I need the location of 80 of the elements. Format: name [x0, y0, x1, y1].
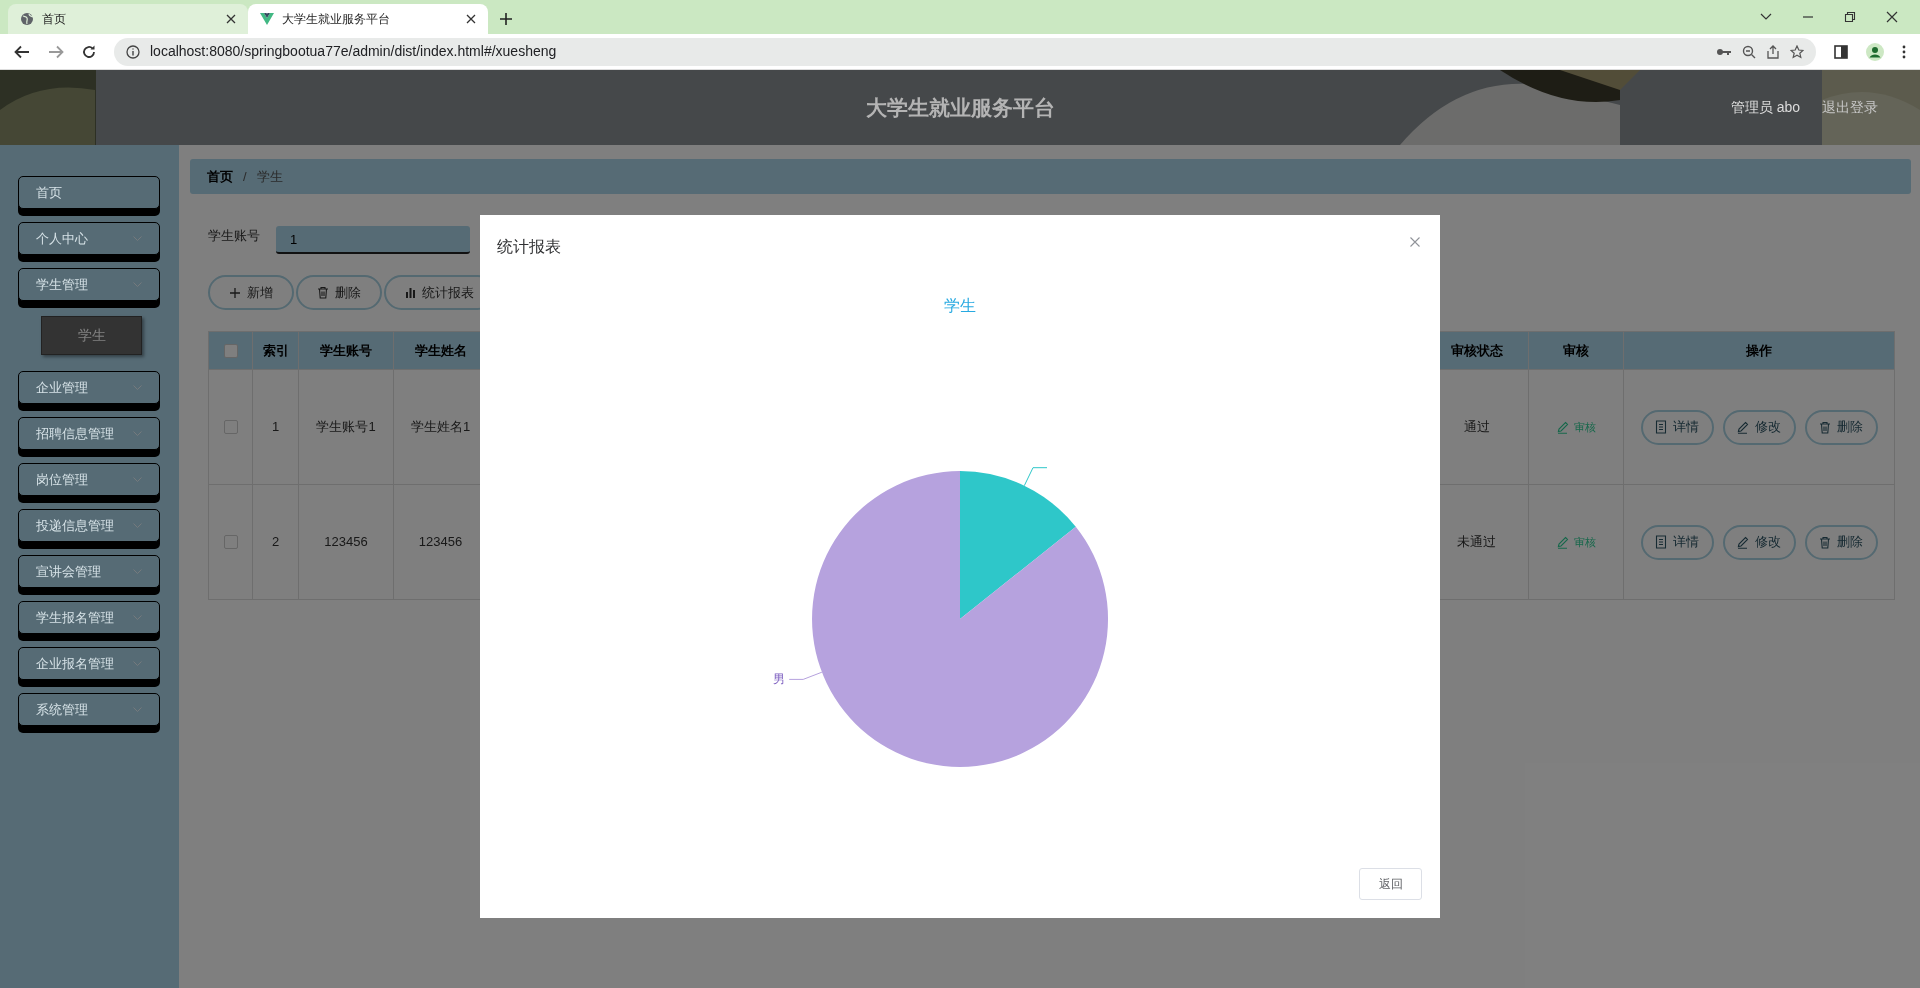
back-icon[interactable] — [14, 44, 30, 59]
chevron-down-icon — [133, 235, 142, 242]
status-text: 未通过 — [1457, 533, 1496, 552]
breadcrumb-item[interactable]: 学生 — [256, 166, 283, 187]
forward-icon[interactable] — [48, 44, 64, 59]
menu-icon[interactable] — [1902, 44, 1906, 59]
key-icon[interactable] — [1716, 46, 1732, 57]
table-cell-text: 123456 — [324, 533, 368, 552]
tab-title: 首页 — [42, 11, 67, 28]
url-text: localhost:8080/springbootua77e/admin/dist/index.html#/xuesheng — [150, 42, 558, 61]
checkbox[interactable] — [223, 343, 238, 358]
search-input[interactable]: 1 — [276, 226, 470, 254]
column-header[interactable]: 审核 — [1563, 340, 1589, 361]
zoom-icon[interactable] — [1742, 44, 1756, 59]
pencil-icon — [1737, 535, 1749, 549]
info-icon — [126, 44, 140, 59]
chevron-down-icon — [133, 430, 142, 437]
pencil-icon — [1737, 420, 1749, 434]
tab-title: 大学生就业服务平台 — [282, 11, 391, 28]
chevron-down-icon — [133, 281, 142, 288]
chevron-down-icon — [133, 706, 142, 713]
chevron-down-icon — [133, 568, 142, 575]
trash-icon — [1819, 535, 1831, 549]
pencil-icon — [1556, 420, 1569, 434]
share-icon[interactable] — [1766, 44, 1780, 59]
table-cell-text: 学生姓名1 — [410, 418, 471, 437]
table-cell-text: 2 — [271, 533, 280, 552]
row-action-button[interactable]: 修改 — [1722, 409, 1796, 445]
globe-icon — [20, 12, 34, 26]
row-action-button[interactable]: 修改 — [1722, 524, 1796, 560]
breadcrumb-separator: / — [243, 167, 247, 186]
bar-chart-icon — [405, 287, 416, 298]
close-icon[interactable] — [1886, 11, 1898, 23]
column-header[interactable]: 操作 — [1746, 340, 1772, 361]
dialog-title: 统计报表 — [497, 237, 561, 257]
back-button[interactable]: 返回 — [1359, 868, 1422, 900]
browser-tab[interactable]: 首页 — [8, 4, 248, 34]
side-panel-icon[interactable] — [1834, 44, 1848, 59]
close-icon[interactable] — [226, 14, 236, 24]
action-button[interactable]: 删除 — [296, 275, 382, 310]
chevron-down-icon — [133, 522, 142, 529]
row-action-button[interactable]: 删除 — [1804, 409, 1878, 445]
document-icon — [1655, 420, 1667, 434]
document-icon — [1655, 535, 1667, 549]
plus-icon — [229, 286, 241, 299]
reload-icon[interactable] — [82, 44, 96, 59]
trash-icon — [1819, 420, 1831, 434]
row-action-button[interactable]: 详情 — [1640, 524, 1714, 560]
site-title: 大学生就业服务平台 — [865, 94, 1055, 121]
chevron-down-icon — [133, 476, 142, 483]
action-button[interactable]: 新增 — [208, 275, 294, 310]
star-icon[interactable] — [1790, 44, 1804, 59]
leader-line — [788, 671, 823, 680]
trash-icon — [317, 286, 329, 299]
checkbox[interactable] — [223, 535, 238, 549]
pencil-icon — [1556, 535, 1569, 549]
chevron-down-icon — [133, 660, 142, 667]
table-cell-text: 123456 — [418, 533, 463, 552]
status-text: 通过 — [1463, 418, 1490, 437]
breadcrumb-item[interactable]: 首页 — [207, 166, 233, 187]
slice-label: 男 — [773, 672, 786, 687]
profile-avatar-icon[interactable] — [1866, 42, 1884, 61]
triangle-logo-icon — [260, 13, 274, 25]
chevron-down-icon — [133, 614, 142, 621]
row-action-button[interactable]: 详情 — [1640, 409, 1714, 445]
table-cell-text: 1 — [271, 418, 280, 437]
browser-tab[interactable]: 大学生就业服务平台 — [248, 4, 488, 34]
admin-username: 管理员 abo — [1730, 98, 1800, 117]
chart-title: 学生 — [944, 297, 976, 314]
close-icon[interactable] — [466, 14, 476, 24]
search-label: 学生账号 — [208, 227, 260, 246]
leader-line — [1023, 467, 1048, 487]
row-action-button[interactable]: 删除 — [1804, 524, 1878, 560]
table-cell-text: 学生账号1 — [316, 418, 376, 437]
chevron-down-icon[interactable] — [1760, 13, 1772, 21]
restore-icon[interactable] — [1844, 11, 1856, 23]
checkbox[interactable] — [223, 420, 238, 434]
chevron-down-icon — [133, 384, 142, 391]
address-bar[interactable]: localhost:8080/springbootua77e/admin/dist/index.html#/xuesheng — [114, 37, 1816, 66]
sidebar-submenu-item[interactable]: 学生 — [41, 316, 142, 355]
